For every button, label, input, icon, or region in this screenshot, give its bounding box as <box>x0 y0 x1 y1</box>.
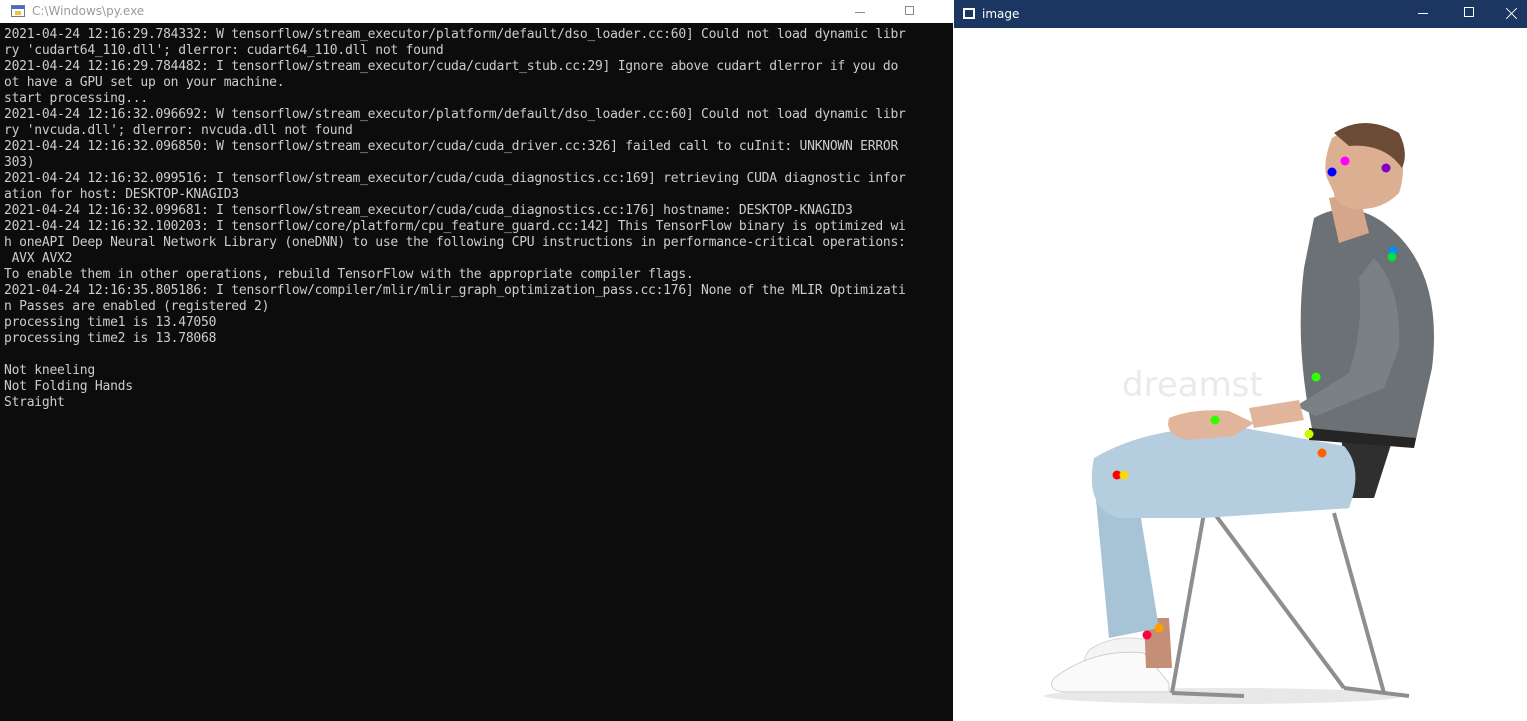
console-line: n Passes are enabled (registered 2) <box>4 299 270 314</box>
image-titlebar[interactable]: image <box>954 0 1527 28</box>
console-line: 303) <box>4 155 35 170</box>
console-titlebar[interactable]: C:\Windows\py.exe <box>0 0 953 23</box>
chair-frame <box>1170 511 1410 698</box>
chair-leg-cross <box>1212 511 1346 690</box>
console-line: h oneAPI Deep Neural Network Library (on… <box>4 235 906 250</box>
image-window: image dreamst <box>954 0 1527 721</box>
minimize-icon <box>855 12 865 13</box>
console-line: 2021-04-24 12:16:32.099681: I tensorflow… <box>4 203 853 218</box>
console-output[interactable]: 2021-04-24 12:16:29.784332: W tensorflow… <box>4 27 953 411</box>
keypoint-elbow <box>1311 372 1321 382</box>
console-line: AVX AVX2 <box>4 251 73 266</box>
console-line: processing time1 is 13.47050 <box>4 315 217 330</box>
chair-leg-back <box>1332 512 1386 694</box>
console-line: 2021-04-24 12:16:35.805186: I tensorflow… <box>4 283 906 298</box>
keypoint-shoulder-right <box>1387 252 1397 262</box>
keypoint-knee-left <box>1119 470 1129 480</box>
console-line: 2021-04-24 12:16:29.784482: I tensorflow… <box>4 59 899 74</box>
console-line: ry 'cudart64_110.dll'; dlerror: cudart64… <box>4 43 444 58</box>
maximize-icon <box>905 6 914 15</box>
console-window: C:\Windows\py.exe 2021-04-24 12:16:29.78… <box>0 0 953 721</box>
console-line: 2021-04-24 12:16:32.096850: W tensorflow… <box>4 139 899 154</box>
console-app-icon <box>11 5 25 17</box>
chair-leg-front <box>1170 512 1206 694</box>
image-window-title: image <box>982 7 1020 21</box>
console-maximize-button[interactable] <box>887 0 933 23</box>
keypoint-hip <box>1304 429 1314 439</box>
console-line: ry 'nvcuda.dll'; dlerror: nvcuda.dll not… <box>4 123 353 138</box>
keypoint-ankle-left <box>1154 623 1164 633</box>
image-maximize-button[interactable] <box>1446 0 1492 28</box>
minimize-icon <box>1418 13 1428 14</box>
keypoint-eye <box>1340 156 1350 166</box>
console-line: start processing... <box>4 91 148 106</box>
console-line: ot have a GPU set up on your machine. <box>4 75 285 90</box>
console-minimize-button[interactable] <box>837 0 883 23</box>
console-line: 2021-04-24 12:16:32.096692: W tensorflow… <box>4 107 906 122</box>
console-line: Not Folding Hands <box>4 379 133 394</box>
keypoint-nose <box>1327 167 1337 177</box>
console-line: To enable them in other operations, rebu… <box>4 267 694 282</box>
jeans-thigh <box>1091 427 1356 518</box>
console-line: processing time2 is 13.78068 <box>4 331 217 346</box>
close-icon <box>1504 5 1518 21</box>
console-line: ation for host: DESKTOP-KNAGID3 <box>4 187 239 202</box>
keypoint-wrist <box>1210 415 1220 425</box>
keypoint-ankle-right <box>1142 630 1152 640</box>
keypoint-ear <box>1381 163 1391 173</box>
maximize-icon <box>1464 7 1474 17</box>
image-app-icon <box>963 8 975 19</box>
console-line: Straight <box>4 395 65 410</box>
image-close-button[interactable] <box>1492 0 1527 28</box>
pose-image-canvas: dreamst <box>954 28 1527 721</box>
console-line: 2021-04-24 12:16:32.099516: I tensorflow… <box>4 171 906 186</box>
console-line: Not kneeling <box>4 363 95 378</box>
image-minimize-button[interactable] <box>1400 0 1446 28</box>
keypoint-hip-2 <box>1317 448 1327 458</box>
watermark-text: dreamst <box>1122 365 1263 405</box>
console-line: 2021-04-24 12:16:32.100203: I tensorflow… <box>4 219 906 234</box>
console-window-title: C:\Windows\py.exe <box>32 4 145 18</box>
seated-person-illustration: dreamst <box>1044 123 1434 704</box>
console-line: 2021-04-24 12:16:29.784332: W tensorflow… <box>4 27 906 42</box>
